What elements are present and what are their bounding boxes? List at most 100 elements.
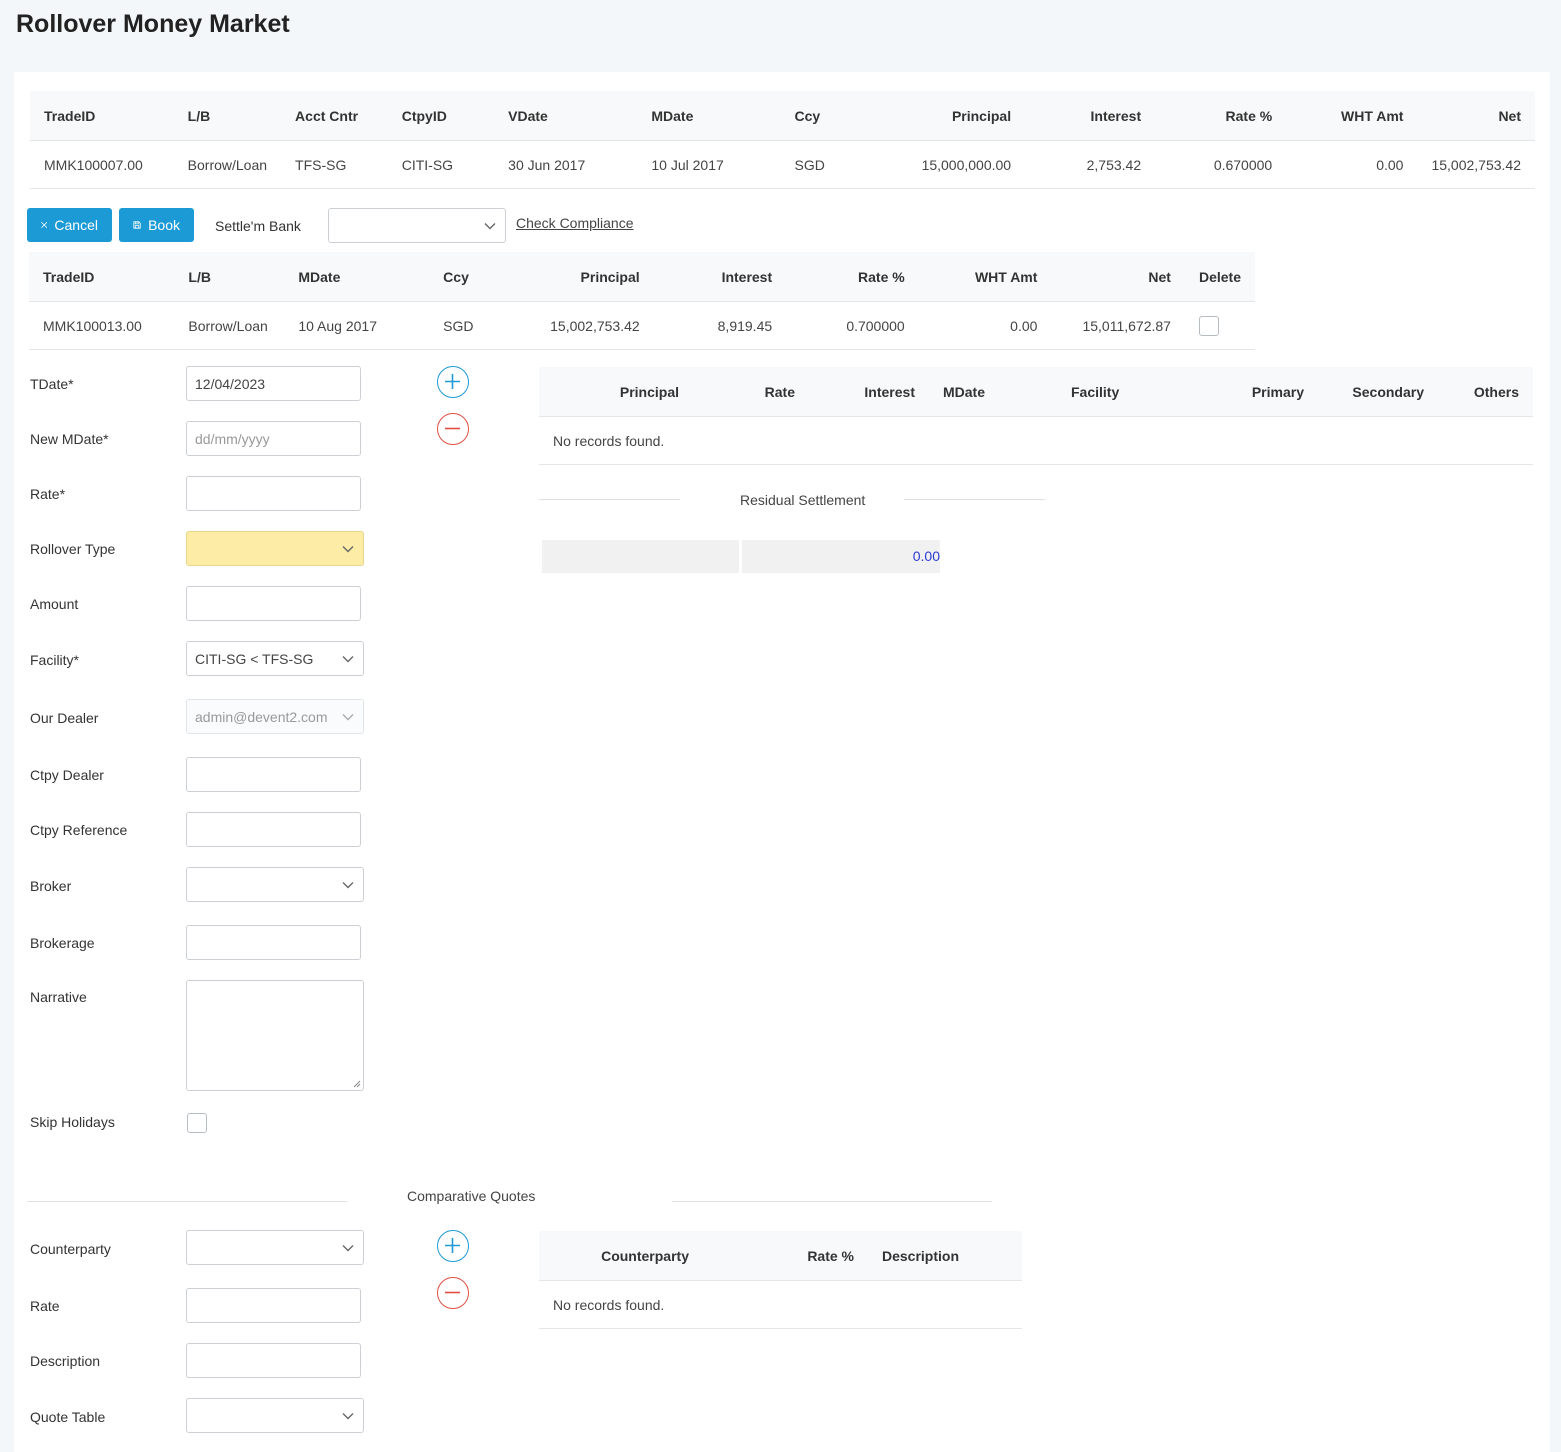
cell-net: 15,002,753.42 <box>1417 140 1535 189</box>
book-label: Book <box>148 217 180 233</box>
col-interest: Interest <box>1025 91 1156 141</box>
cell-wht-amt: 0.00 <box>918 301 1052 350</box>
our-dealer-value: admin@devent2.com <box>195 708 328 725</box>
settle-bank-label: Settle'm Bank <box>215 218 301 234</box>
cell-ccy: SGD <box>429 301 517 350</box>
rollover-header-row: TradeID L/B MDate Ccy Principal Interest… <box>29 252 1255 302</box>
col-others: Others <box>1438 367 1533 417</box>
our-dealer-select[interactable]: admin@devent2.com <box>186 699 364 734</box>
cell-net: 15,011,672.87 <box>1051 301 1185 350</box>
skip-holidays-checkbox[interactable] <box>187 1113 207 1133</box>
col-vdate: VDate <box>494 91 638 141</box>
minus-icon <box>445 1291 460 1294</box>
col-counterparty: Counterparty <box>539 1231 703 1281</box>
quote-description-label: Description <box>30 1353 101 1369</box>
close-icon <box>41 221 48 229</box>
chevron-down-icon <box>342 882 354 889</box>
col-description: Description <box>868 1231 1022 1281</box>
col-rate: Rate % <box>786 252 919 302</box>
broker-select[interactable] <box>186 867 364 902</box>
chevron-down-icon <box>342 546 354 553</box>
amount-field[interactable] <box>186 586 361 621</box>
col-mdate: MDate <box>929 367 1057 417</box>
cell-acct-cntr: TFS-SG <box>281 140 388 189</box>
narrative-textarea[interactable] <box>186 980 364 1091</box>
source-trade-table: TradeID L/B Acct Cntr CtpyID VDate MDate… <box>30 91 1535 189</box>
check-compliance-link[interactable]: Check Compliance <box>516 215 634 231</box>
table-row[interactable]: MMK100007.00 Borrow/Loan TFS-SG CITI-SG … <box>30 140 1535 189</box>
chevron-down-icon <box>342 1413 354 1420</box>
quote-description-field[interactable] <box>186 1343 361 1378</box>
delete-checkbox[interactable] <box>1198 315 1219 336</box>
facility-label: Facility* <box>30 652 80 668</box>
col-rate: Rate % <box>703 1231 868 1281</box>
rate-label: Rate* <box>30 486 66 502</box>
table-row[interactable]: MMK100013.00 Borrow/Loan 10 Aug 2017 SGD… <box>29 301 1255 350</box>
cell-lb: Borrow/Loan <box>174 301 285 350</box>
schedule-table: Principal Rate Interest MDate Facility P… <box>539 367 1533 465</box>
remove-schedule-button[interactable] <box>437 413 469 445</box>
cell-mdate: 10 Aug 2017 <box>284 301 430 350</box>
col-principal: Principal <box>516 252 654 302</box>
cell-ccy: SGD <box>780 140 868 189</box>
add-quote-button[interactable] <box>437 1230 469 1262</box>
facility-select[interactable]: CITI-SG < TFS-SG <box>186 641 364 676</box>
cell-tradeid: MMK100013.00 <box>29 301 175 350</box>
tdate-label: TDate* <box>30 376 74 392</box>
col-secondary: Secondary <box>1318 367 1438 417</box>
col-ctpyid: CtpyID <box>387 91 495 141</box>
col-lb: L/B <box>173 91 282 141</box>
resize-handle-icon[interactable] <box>353 1080 361 1088</box>
minus-icon <box>445 427 460 430</box>
col-principal: Principal <box>539 367 693 417</box>
quote-counterparty-select[interactable] <box>186 1230 364 1265</box>
col-rate: Rate <box>693 367 809 417</box>
plus-icon <box>445 374 460 389</box>
col-interest: Interest <box>653 252 787 302</box>
settle-bank-select[interactable] <box>328 208 506 243</box>
quote-counterparty-label: Counterparty <box>30 1241 111 1257</box>
col-wht-amt: WHT Amt <box>1286 91 1418 141</box>
quotes-divider-left <box>27 1201 347 1202</box>
empty-message: No records found. <box>539 1280 1022 1329</box>
quotes-table: Counterparty Rate % Description No recor… <box>539 1231 1022 1329</box>
skip-holidays-label: Skip Holidays <box>30 1114 115 1130</box>
tdate-value: 12/04/2023 <box>195 375 266 392</box>
residual-value: 0.00 <box>912 548 940 564</box>
rate-field[interactable] <box>186 476 361 511</box>
cancel-button[interactable]: Cancel <box>27 208 112 242</box>
ctpy-dealer-field[interactable] <box>186 757 361 792</box>
quote-table-select[interactable] <box>186 1398 364 1433</box>
amount-label: Amount <box>30 596 79 612</box>
cell-principal: 15,002,753.42 <box>516 301 654 350</box>
save-icon <box>133 221 141 229</box>
facility-value: CITI-SG < TFS-SG <box>195 650 314 667</box>
col-mdate: MDate <box>637 91 781 141</box>
brokerage-field[interactable] <box>186 925 361 960</box>
residual-divider-right <box>904 499 1045 500</box>
new-mdate-field[interactable]: dd/mm/yyyy <box>186 421 361 456</box>
ctpy-reference-label: Ctpy Reference <box>30 822 128 838</box>
rollover-type-select[interactable] <box>186 531 364 566</box>
col-mdate: MDate <box>284 252 430 302</box>
residual-divider-left <box>539 499 680 500</box>
ctpy-reference-field[interactable] <box>186 812 361 847</box>
add-schedule-button[interactable] <box>437 366 469 398</box>
our-dealer-label: Our Dealer <box>30 710 99 726</box>
col-acct-cntr: Acct Cntr <box>281 91 388 141</box>
source-header-row: TradeID L/B Acct Cntr CtpyID VDate MDate… <box>30 91 1535 141</box>
col-ccy: Ccy <box>780 91 868 141</box>
remove-quote-button[interactable] <box>437 1277 469 1309</box>
page-title: Rollover Money Market <box>16 10 290 38</box>
empty-row: No records found. <box>539 1280 1022 1329</box>
residual-label-cell <box>542 540 739 573</box>
quote-rate-field[interactable] <box>186 1288 361 1323</box>
cell-ctpyid: CITI-SG <box>387 140 495 189</box>
col-interest: Interest <box>809 367 929 417</box>
book-button[interactable]: Book <box>119 208 194 242</box>
new-mdate-label: New MDate* <box>30 431 109 447</box>
tdate-field[interactable]: 12/04/2023 <box>186 366 361 401</box>
quote-table-label: Quote Table <box>30 1409 106 1425</box>
col-primary: Primary <box>1195 367 1318 417</box>
residual-title: Residual Settlement <box>740 492 866 508</box>
